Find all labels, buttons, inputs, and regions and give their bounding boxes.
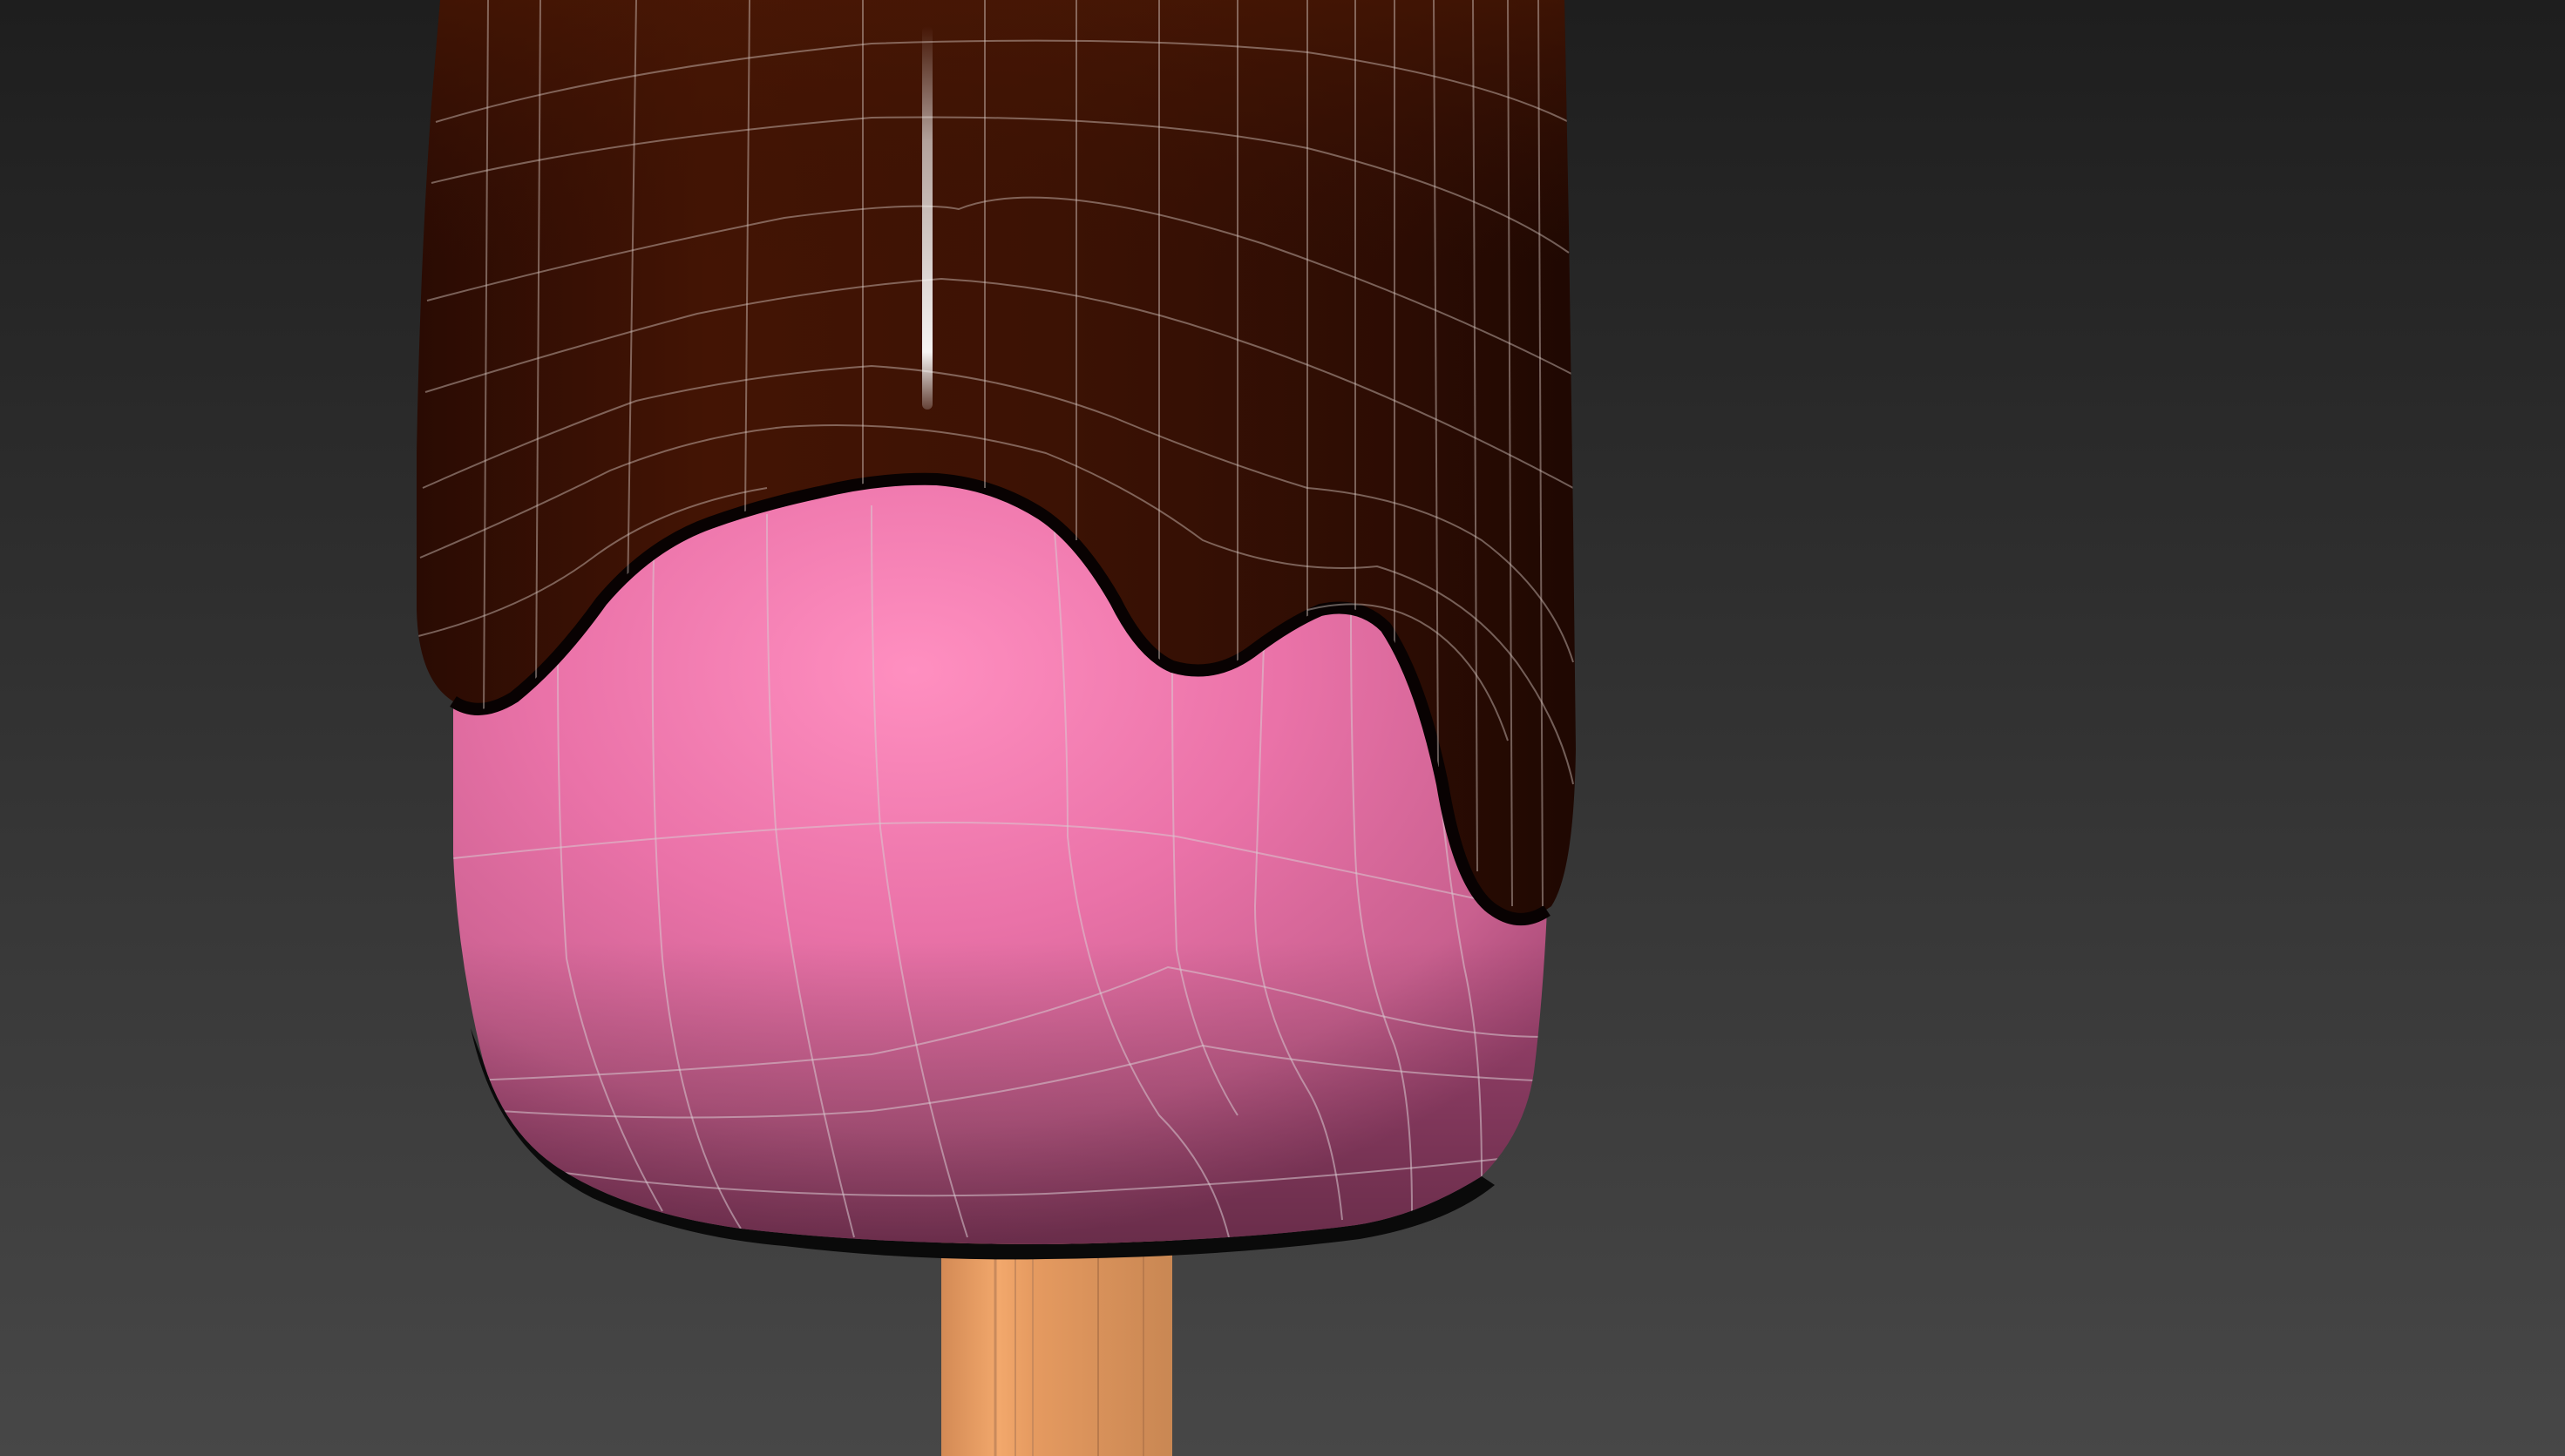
3d-viewport[interactable] xyxy=(0,0,2565,1456)
viewport-scene[interactable] xyxy=(0,0,2565,1456)
specular-highlight xyxy=(922,26,933,410)
